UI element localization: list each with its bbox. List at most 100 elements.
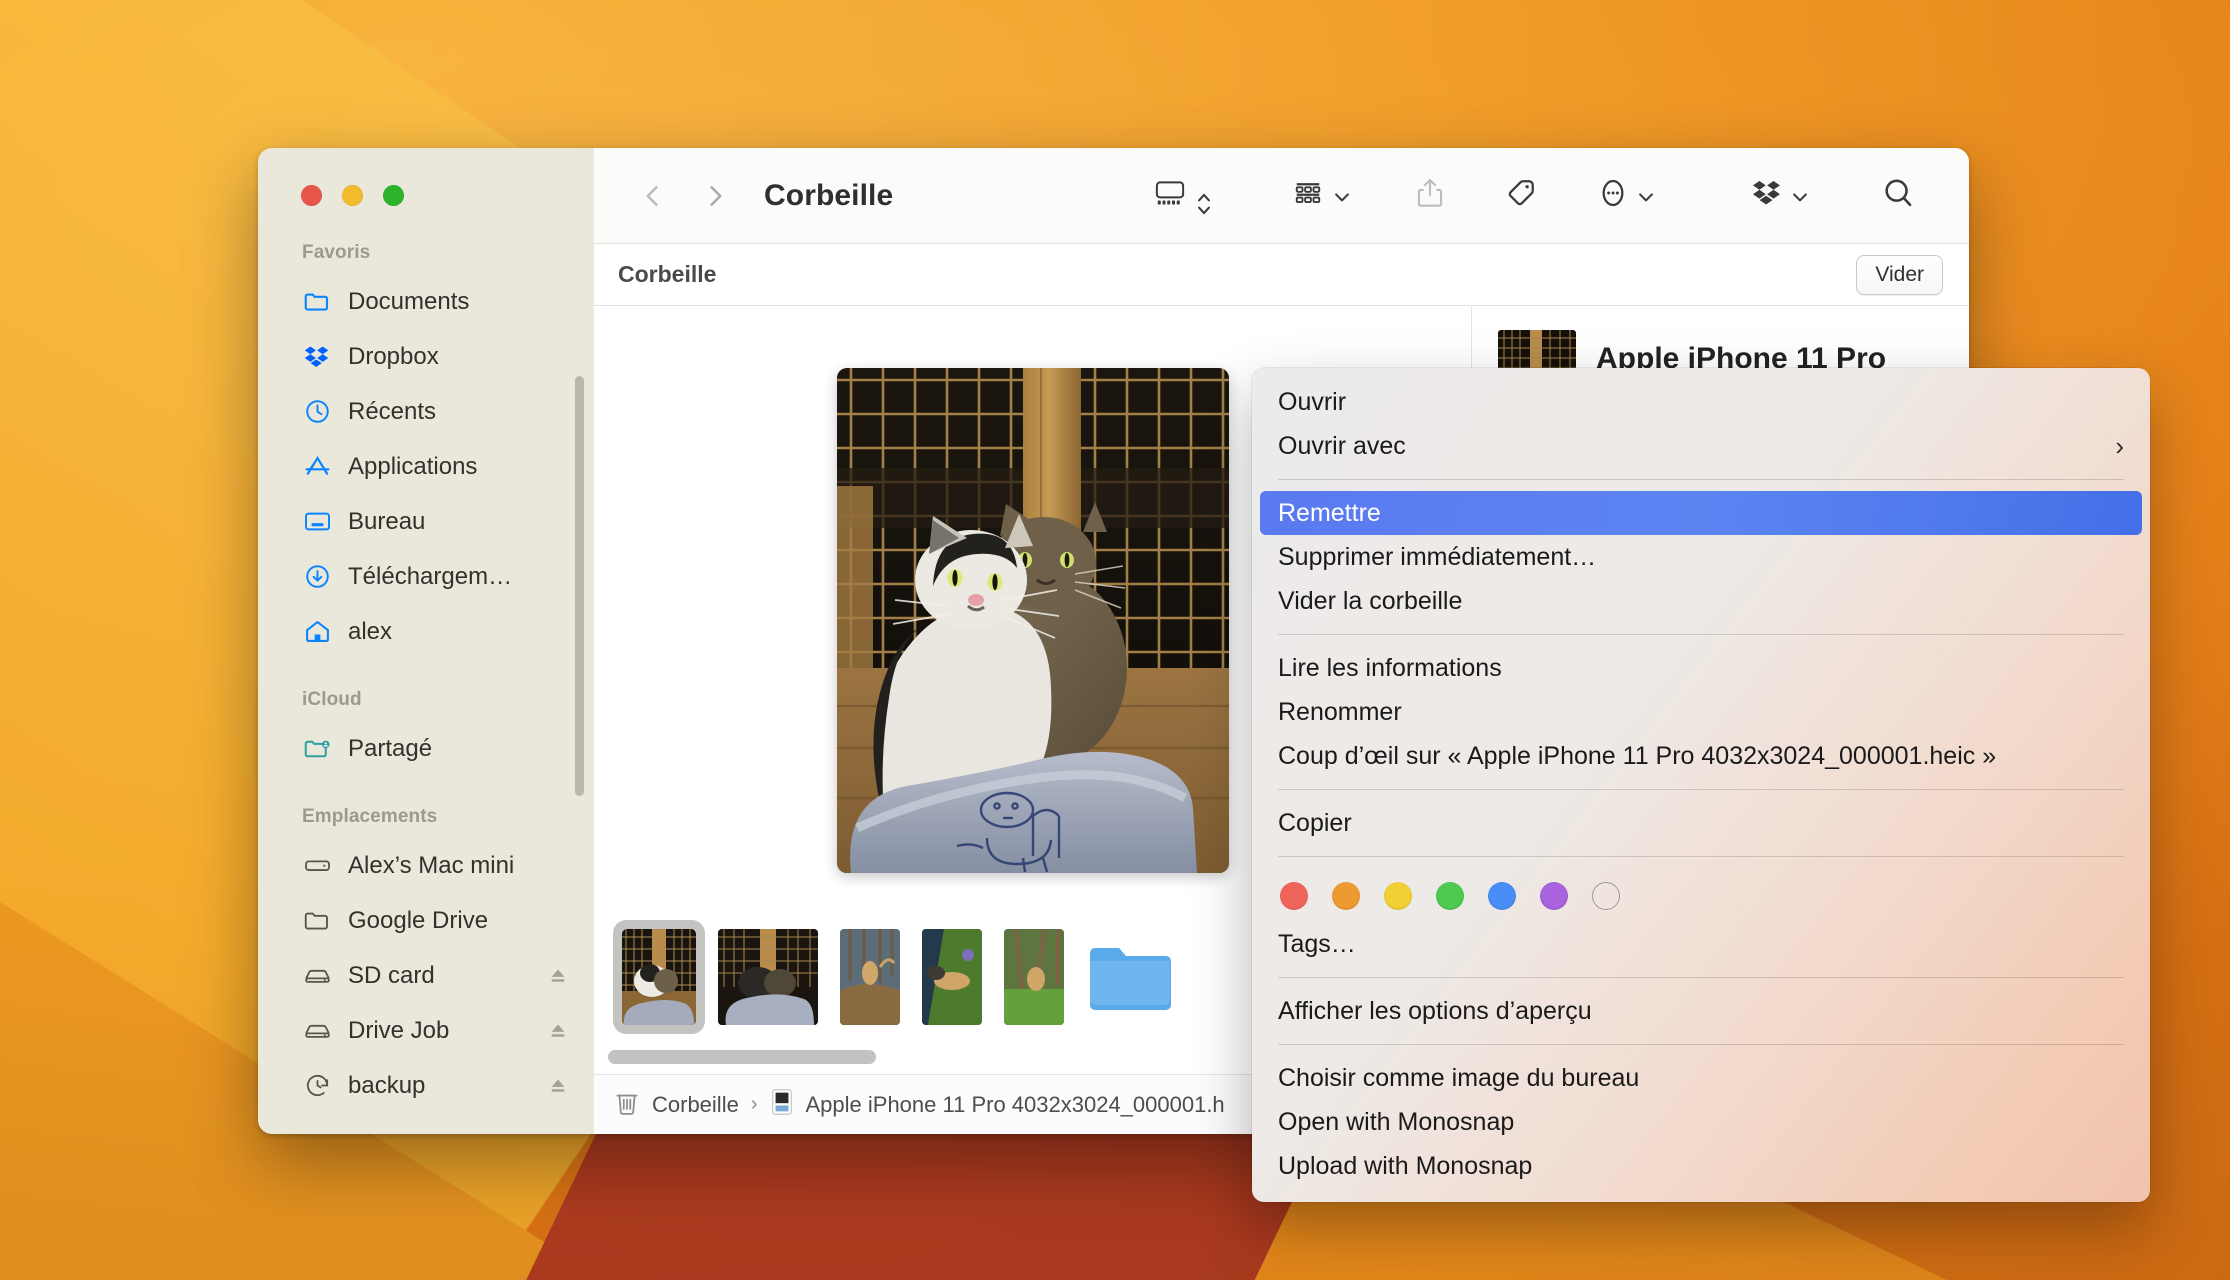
back-button[interactable]	[632, 175, 674, 217]
sidebar-item-drive-job[interactable]: Drive Job	[258, 1003, 594, 1058]
chevron-down-icon	[1791, 188, 1807, 204]
group-by-button[interactable]	[1271, 168, 1369, 224]
tag-icon	[1505, 177, 1537, 214]
empty-trash-button[interactable]: Vider	[1856, 254, 1943, 295]
sidebar-item-label: Dropbox	[348, 342, 439, 370]
menu-item-label: Open with Monosnap	[1278, 1107, 1515, 1136]
horizontal-scrollbar[interactable]	[608, 1050, 876, 1064]
sidebar-item-backup[interactable]: backup	[258, 1058, 594, 1113]
sidebar-item-label: Récents	[348, 397, 437, 425]
tag-yellow[interactable]	[1384, 882, 1412, 910]
eject-icon[interactable]	[546, 1019, 570, 1043]
menu-item-supprimer-immediatement[interactable]: Supprimer immédiatement…	[1252, 535, 2150, 579]
menu-item-renommer[interactable]: Renommer	[1252, 690, 2150, 734]
sidebar-item-bureau[interactable]: Bureau	[258, 494, 594, 549]
list-item[interactable]	[622, 929, 696, 1025]
navigation-arrows	[632, 175, 736, 217]
eject-icon[interactable]	[546, 964, 570, 988]
menu-item-remettre[interactable]: Remettre	[1260, 491, 2142, 535]
menu-separator	[1278, 856, 2124, 857]
menu-item-lire-les-informations[interactable]: Lire les informations	[1252, 646, 2150, 690]
sidebar-item-alex[interactable]: alex	[258, 604, 594, 659]
list-header-title: Corbeille	[618, 261, 717, 287]
toolbar-buttons	[1133, 168, 1935, 224]
menu-item-ouvrir-avec[interactable]: Ouvrir avec ›	[1252, 424, 2150, 468]
tag-orange[interactable]	[1332, 882, 1360, 910]
time-machine-icon	[302, 1071, 332, 1101]
drive-icon	[302, 1016, 332, 1046]
list-item[interactable]	[1086, 929, 1174, 1025]
eject-icon[interactable]	[546, 1074, 570, 1098]
sidebar-item-downloads[interactable]: Téléchargem…	[258, 549, 594, 604]
sidebar-item-google-drive[interactable]: Google Drive	[258, 893, 594, 948]
breadcrumb-root[interactable]: Corbeille	[652, 1092, 739, 1118]
list-item[interactable]	[922, 929, 982, 1025]
list-item[interactable]	[1004, 929, 1064, 1025]
menu-item-label: Ouvrir avec	[1278, 431, 1406, 460]
updown-chevron-icon	[1195, 188, 1211, 214]
gallery-view-icon	[1153, 178, 1187, 213]
menu-item-label: Tags…	[1278, 929, 1356, 958]
sidebar-item-recents[interactable]: Récents	[258, 384, 594, 439]
home-icon	[302, 617, 332, 647]
menu-item-ouvrir[interactable]: Ouvrir	[1252, 380, 2150, 424]
menu-item-coup-doeil[interactable]: Coup d’œil sur « Apple iPhone 11 Pro 403…	[1252, 734, 2150, 778]
breadcrumb-file[interactable]: Apple iPhone 11 Pro 4032x3024_000001.h	[806, 1092, 1225, 1118]
list-item[interactable]	[718, 929, 818, 1025]
sidebar-item-mac-mini[interactable]: Alex’s Mac mini	[258, 838, 594, 893]
tag-green[interactable]	[1436, 882, 1464, 910]
menu-item-copier[interactable]: Copier	[1252, 801, 2150, 845]
menu-separator	[1278, 634, 2124, 635]
sidebar-item-applications[interactable]: Applications	[258, 439, 594, 494]
dropbox-button[interactable]	[1731, 168, 1827, 224]
tags-button[interactable]	[1485, 168, 1557, 224]
menu-separator	[1278, 977, 2124, 978]
menu-item-upload-with-monosnap[interactable]: Upload with Monosnap	[1252, 1144, 2150, 1188]
folder-icon	[302, 287, 332, 317]
menu-item-label: Afficher les options d’aperçu	[1278, 996, 1592, 1025]
sidebar-section-favoris: Favoris	[302, 242, 371, 263]
chevron-down-icon	[1637, 188, 1653, 204]
menu-item-label: Supprimer immédiatement…	[1278, 542, 1597, 571]
sidebar-item-documents[interactable]: Documents	[258, 274, 594, 329]
share-icon	[1415, 177, 1445, 214]
tag-red[interactable]	[1280, 882, 1308, 910]
sidebar-scrollbar[interactable]	[575, 376, 584, 796]
list-item[interactable]	[840, 929, 900, 1025]
share-button[interactable]	[1395, 168, 1465, 224]
close-button[interactable]	[301, 185, 322, 206]
tag-purple[interactable]	[1540, 882, 1568, 910]
tag-none[interactable]	[1592, 882, 1620, 910]
menu-separator	[1278, 789, 2124, 790]
toolbar: Corbeille	[594, 148, 1969, 244]
dropbox-icon	[302, 342, 332, 372]
forward-button[interactable]	[694, 175, 736, 217]
menu-item-label: Coup d’œil sur « Apple iPhone 11 Pro 403…	[1278, 741, 1997, 770]
sidebar-item-partage[interactable]: Partagé	[258, 721, 594, 776]
sidebar-item-sd-card[interactable]: SD card	[258, 948, 594, 1003]
menu-item-tags[interactable]: Tags…	[1252, 922, 2150, 966]
applications-icon	[302, 452, 332, 482]
more-actions-button[interactable]	[1577, 168, 1673, 224]
search-icon	[1881, 176, 1915, 215]
heic-file-icon	[770, 1088, 794, 1122]
sidebar-item-label: Documents	[348, 287, 470, 315]
sidebar-item-label: Partagé	[348, 734, 433, 762]
menu-item-choisir-image-bureau[interactable]: Choisir comme image du bureau	[1252, 1056, 2150, 1100]
thumbnail-image	[718, 929, 818, 1025]
sidebar-item-label: Alex’s Mac mini	[348, 851, 515, 879]
thumbnail-image	[1004, 929, 1064, 1025]
shared-folder-icon	[302, 734, 332, 764]
tag-blue[interactable]	[1488, 882, 1516, 910]
main-preview-image[interactable]	[836, 367, 1229, 873]
view-mode-button[interactable]	[1133, 168, 1231, 224]
menu-item-vider-la-corbeille[interactable]: Vider la corbeille	[1252, 579, 2150, 623]
minimize-button[interactable]	[342, 185, 363, 206]
zoom-button[interactable]	[383, 185, 404, 206]
search-button[interactable]	[1861, 168, 1935, 224]
sidebar-item-dropbox[interactable]: Dropbox	[258, 329, 594, 384]
menu-item-label: Renommer	[1278, 697, 1402, 726]
menu-item-open-with-monosnap[interactable]: Open with Monosnap	[1252, 1100, 2150, 1144]
menu-item-afficher-options-apercu[interactable]: Afficher les options d’aperçu	[1252, 989, 2150, 1033]
